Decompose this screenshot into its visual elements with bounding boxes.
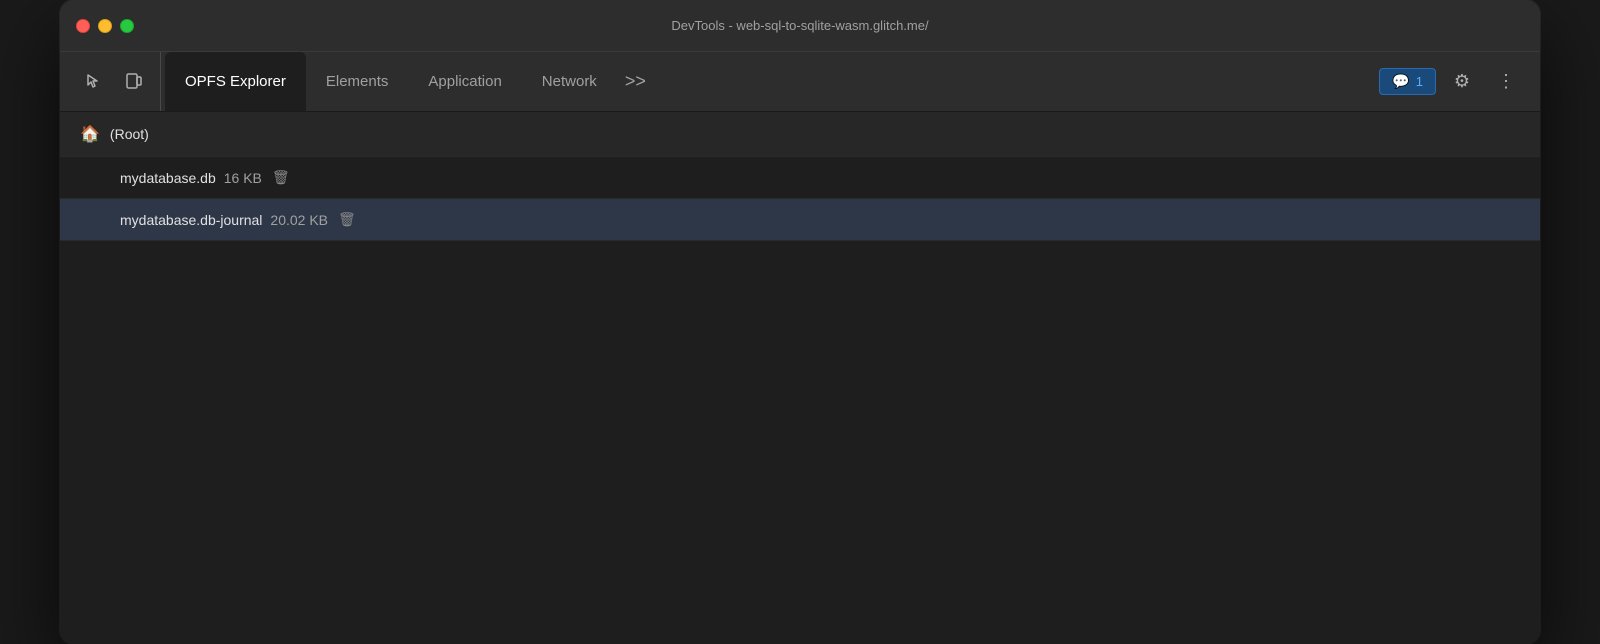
- tab-application[interactable]: Application: [408, 52, 521, 111]
- delete-file-0-button[interactable]: 🗑: [272, 169, 290, 186]
- delete-file-1-button[interactable]: 🗑: [338, 211, 356, 228]
- file-size-0: 16 KB: [224, 170, 262, 186]
- root-icon: 🏠: [80, 124, 100, 144]
- minimize-button[interactable]: [98, 19, 112, 33]
- titlebar: DevTools - web-sql-to-sqlite-wasm.glitch…: [60, 0, 1540, 52]
- file-tree: 🏠 (Root) mydatabase.db 16 KB 🗑 mydatabas…: [60, 112, 1540, 241]
- tree-root-row[interactable]: 🏠 (Root): [60, 112, 1540, 157]
- console-button[interactable]: 💬 1: [1379, 68, 1436, 95]
- ellipsis-icon: ⋮: [1497, 71, 1515, 92]
- toolbar: OPFS Explorer Elements Application Netwo…: [60, 52, 1540, 112]
- root-label: (Root): [110, 126, 149, 142]
- tab-bar: OPFS Explorer Elements Application Netwo…: [165, 52, 1379, 111]
- main-content: 🏠 (Root) mydatabase.db 16 KB 🗑 mydatabas…: [60, 112, 1540, 644]
- close-button[interactable]: [76, 19, 90, 33]
- file-name-0: mydatabase.db: [120, 170, 216, 186]
- file-size-1: 20.02 KB: [270, 212, 328, 228]
- toolbar-right: 💬 1 ⚙ ⋮: [1379, 52, 1532, 111]
- file-row-1[interactable]: mydatabase.db-journal 20.02 KB 🗑: [60, 199, 1540, 241]
- device-toggle-button[interactable]: [116, 64, 152, 100]
- more-tabs-button[interactable]: >>: [617, 52, 654, 111]
- settings-button[interactable]: ⚙: [1444, 64, 1480, 100]
- console-icon: 💬: [1392, 73, 1409, 90]
- tab-elements[interactable]: Elements: [306, 52, 409, 111]
- more-menu-button[interactable]: ⋮: [1488, 64, 1524, 100]
- maximize-button[interactable]: [120, 19, 134, 33]
- window-title: DevTools - web-sql-to-sqlite-wasm.glitch…: [671, 18, 928, 33]
- devtools-window: DevTools - web-sql-to-sqlite-wasm.glitch…: [60, 0, 1540, 644]
- gear-icon: ⚙: [1454, 71, 1470, 92]
- tab-network[interactable]: Network: [522, 52, 617, 111]
- console-badge: 1: [1416, 74, 1423, 89]
- traffic-lights: [76, 19, 134, 33]
- file-name-1: mydatabase.db-journal: [120, 212, 262, 228]
- inspect-icon-button[interactable]: [76, 64, 112, 100]
- toolbar-icon-group: [68, 52, 161, 111]
- file-row-0[interactable]: mydatabase.db 16 KB 🗑: [60, 157, 1540, 199]
- tab-opfs-explorer[interactable]: OPFS Explorer: [165, 52, 306, 111]
